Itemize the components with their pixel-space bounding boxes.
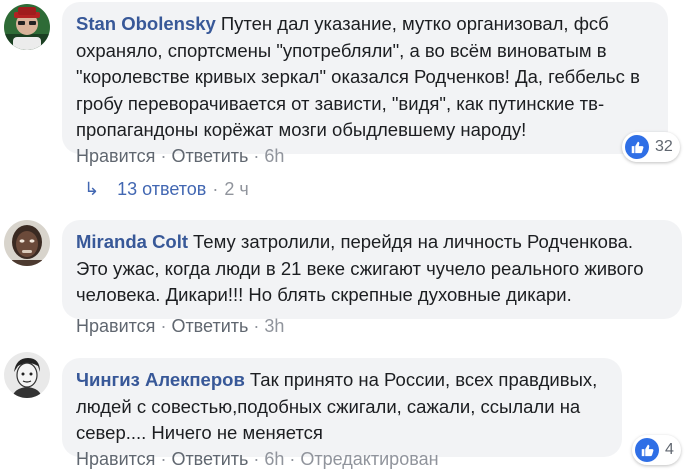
avatar-photo-icon	[4, 352, 50, 398]
comment-time[interactable]: 3h	[264, 316, 284, 336]
comment-bubble: Miranda Colt Тему затролили, перейдя на л…	[62, 220, 682, 319]
like-link[interactable]: Нравится	[76, 316, 155, 336]
separator: ·	[253, 316, 260, 336]
reactions-badge[interactable]: 4	[632, 435, 681, 465]
reply-link[interactable]: Ответить	[171, 146, 248, 166]
reactions-badge[interactable]: 32	[622, 132, 680, 162]
like-reaction-icon	[625, 135, 649, 159]
separator: ·	[253, 449, 260, 469]
comment-actions: Нравится · Ответить · 6h · Отредактирован	[76, 449, 439, 470]
comment-time[interactable]: 6h	[264, 146, 284, 166]
comment-author[interactable]: Чингиз Алекперов	[76, 369, 245, 390]
replies-separator: ·	[212, 179, 219, 199]
reply-arrow-icon: ↳	[84, 179, 100, 199]
like-link[interactable]: Нравится	[76, 449, 155, 469]
comment-bubble: Stan Obolensky Путен дал указание, мутко …	[62, 2, 668, 154]
reactions-count: 4	[665, 441, 674, 458]
reactions-count: 32	[655, 138, 673, 155]
view-replies-link[interactable]: ↳ 13 ответов · 2 ч	[84, 179, 249, 200]
edited-label[interactable]: Отредактирован	[300, 449, 438, 469]
like-reaction-icon	[635, 438, 659, 462]
replies-count[interactable]: 13 ответов	[117, 179, 206, 200]
reply-link[interactable]: Ответить	[171, 449, 248, 469]
comment-time[interactable]: 6h	[264, 449, 284, 469]
avatar[interactable]	[4, 352, 50, 398]
separator: ·	[160, 146, 167, 166]
separator: ·	[160, 316, 167, 336]
separator: ·	[289, 449, 296, 469]
avatar[interactable]	[4, 4, 50, 50]
comment-author[interactable]: Miranda Colt	[76, 231, 188, 252]
comment-bubble: Чингиз Алекперов Так принято на России, в…	[62, 358, 622, 457]
replies-time: 2 ч	[224, 179, 249, 199]
comment-author[interactable]: Stan Obolensky	[76, 13, 216, 34]
separator: ·	[253, 146, 260, 166]
comment-actions: Нравится · Ответить · 3h	[76, 316, 284, 337]
avatar-photo-icon	[4, 220, 50, 266]
avatar-photo-icon	[4, 4, 50, 50]
comment-actions: Нравится · Ответить · 6h	[76, 146, 284, 167]
like-link[interactable]: Нравится	[76, 146, 155, 166]
separator: ·	[160, 449, 167, 469]
reply-link[interactable]: Ответить	[171, 316, 248, 336]
avatar[interactable]	[4, 220, 50, 266]
